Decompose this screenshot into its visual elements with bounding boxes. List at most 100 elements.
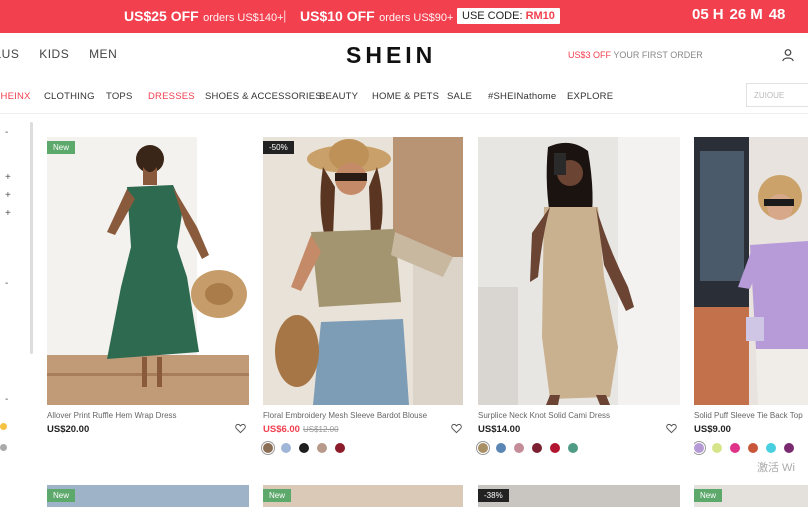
color-swatch[interactable] <box>281 442 291 453</box>
color-swatches <box>263 439 353 457</box>
promo-offer-1-condition: orders US$140+ <box>203 12 284 24</box>
product-photo-puff-top <box>694 137 808 405</box>
promo-separator: | <box>283 8 287 23</box>
product-price-current: US$20.00 <box>47 424 90 435</box>
discount-badge: -38% <box>478 489 509 502</box>
countdown-timer: 05 H 26 M 48 <box>692 6 789 23</box>
product-title[interactable]: Floral Embroidery Mesh Sleeve Bardot Blo… <box>263 411 427 420</box>
color-swatch[interactable] <box>532 442 542 453</box>
wishlist-heart-icon[interactable] <box>451 423 462 434</box>
new-badge: New <box>263 489 292 502</box>
product-card[interactable]: -38% <box>478 485 680 507</box>
promo-offer-2: US$10 OFF orders US$90+ <box>300 8 453 26</box>
site-header: PLUS KIDS MEN SHEIN US$3 OFF YOUR FIRST … <box>0 33 808 79</box>
category-shoes-accessories[interactable]: SHOES & ACCESSORIES <box>205 91 322 102</box>
new-badge: New <box>694 489 723 502</box>
color-swatch[interactable] <box>478 442 488 453</box>
first-order-offer[interactable]: US$3 OFF YOUR FIRST ORDER <box>568 50 703 60</box>
filter-expand-toggle[interactable]: + <box>5 172 11 183</box>
category-beauty[interactable]: BEAUTY <box>319 91 358 102</box>
first-order-amount: US$3 OFF <box>568 50 612 60</box>
timer-seconds: 48 <box>768 6 786 23</box>
promo-code-value: RM10 <box>525 10 555 22</box>
user-account-icon[interactable] <box>781 48 795 62</box>
timer-minutes: 26 <box>729 6 747 23</box>
search-input[interactable]: ZUIOUE <box>746 83 808 107</box>
product-image[interactable]: New <box>47 137 249 405</box>
color-swatch[interactable] <box>766 442 776 453</box>
product-card[interactable]: New <box>694 485 808 507</box>
color-swatches <box>478 439 586 457</box>
category-dresses[interactable]: DRESSES <box>148 91 195 102</box>
timer-hours-unit: H <box>712 6 724 23</box>
nav-link-kids[interactable]: KIDS <box>39 47 69 61</box>
nav-link-men[interactable]: MEN <box>89 47 117 61</box>
color-swatch[interactable] <box>550 442 560 453</box>
new-badge: New <box>47 141 76 154</box>
color-swatch[interactable] <box>730 442 740 453</box>
shein-logo[interactable]: SHEIN <box>346 42 436 69</box>
product-price: US$14.00 <box>478 424 520 435</box>
color-swatch[interactable] <box>712 442 722 453</box>
department-nav: PLUS KIDS MEN <box>0 47 133 61</box>
product-title[interactable]: Solid Puff Sleeve Tie Back Top <box>694 411 803 420</box>
wishlist-heart-icon[interactable] <box>235 423 246 434</box>
product-image[interactable]: -50% <box>263 137 463 405</box>
os-activation-watermark: 激活 Wi <box>757 462 795 474</box>
promo-code-label: USE CODE: <box>462 10 523 22</box>
product-card[interactable]: Solid Puff Sleeve Tie Back Top US$9.00 <box>694 137 808 467</box>
wishlist-heart-icon[interactable] <box>666 423 677 434</box>
product-image[interactable] <box>478 137 680 405</box>
category-sheinx[interactable]: SHEINX <box>0 91 31 102</box>
category-tops[interactable]: TOPS <box>106 91 133 102</box>
nav-link-plus[interactable]: PLUS <box>0 47 19 61</box>
promo-offer-2-condition: orders US$90+ <box>379 12 454 24</box>
category-home-pets[interactable]: HOME & PETS <box>372 91 439 102</box>
product-price-current: US$6.00 <box>263 424 300 435</box>
product-price-current: US$14.00 <box>478 424 521 435</box>
category-nav: SHEINX CLOTHING TOPS DRESSES SHOES & ACC… <box>0 81 808 114</box>
first-order-text: YOUR FIRST ORDER <box>613 50 703 60</box>
filter-expand-toggle[interactable]: + <box>5 190 11 201</box>
category-clothing[interactable]: CLOTHING <box>44 91 95 102</box>
filter-expand-toggle[interactable]: + <box>5 208 11 219</box>
category-sale[interactable]: SALE <box>447 91 472 102</box>
filter-collapse-toggle[interactable]: - <box>5 278 8 289</box>
promo-offer-1-amount: US$25 OFF <box>124 8 199 24</box>
product-card[interactable]: New <box>47 485 249 507</box>
color-swatch[interactable] <box>568 442 578 453</box>
product-title[interactable]: Allover Print Ruffle Hem Wrap Dress <box>47 411 177 420</box>
product-price: US$20.00 <box>47 424 89 435</box>
color-swatches <box>694 439 802 457</box>
product-price: US$9.00 <box>694 424 731 435</box>
color-swatch[interactable] <box>299 442 309 453</box>
product-price-current: US$9.00 <box>694 424 731 435</box>
color-swatch[interactable] <box>748 442 758 453</box>
color-filter-swatch[interactable] <box>0 444 7 451</box>
timer-hours: 05 <box>692 6 709 23</box>
category-sheinathome[interactable]: #SHEINathome <box>488 91 556 102</box>
color-swatch[interactable] <box>694 442 704 453</box>
filter-collapse-toggle[interactable]: - <box>5 394 8 405</box>
product-card[interactable]: New <box>263 485 463 507</box>
promo-code-box: USE CODE: RM10 <box>457 8 560 24</box>
filter-collapse-toggle[interactable]: - <box>5 127 8 138</box>
promo-banner[interactable]: US$25 OFF orders US$140+ | US$10 OFF ord… <box>0 0 808 33</box>
product-price: US$6.00 US$12.00 <box>263 424 339 435</box>
product-price-original: US$12.00 <box>302 425 339 434</box>
product-photo-dress <box>47 137 249 405</box>
product-photo-cami-dress <box>478 137 680 405</box>
promo-offer-1: US$25 OFF orders US$140+ <box>124 8 284 26</box>
color-swatch[interactable] <box>263 442 273 453</box>
product-title[interactable]: Surplice Neck Knot Solid Cami Dress <box>478 411 610 420</box>
color-filter-swatch[interactable] <box>0 423 7 430</box>
category-explore[interactable]: EXPLORE <box>567 91 613 102</box>
color-swatch[interactable] <box>514 442 524 453</box>
filter-sidebar: - + + + - - <box>0 120 36 507</box>
color-swatch[interactable] <box>335 442 345 453</box>
color-swatch[interactable] <box>496 442 506 453</box>
color-swatch[interactable] <box>784 442 794 453</box>
sidebar-scrollbar[interactable] <box>30 122 33 354</box>
product-image[interactable] <box>694 137 808 405</box>
color-swatch[interactable] <box>317 442 327 453</box>
